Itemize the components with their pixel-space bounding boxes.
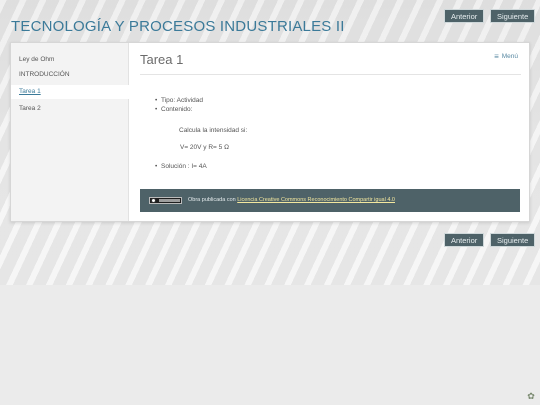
- creative-commons-icon[interactable]: [149, 197, 182, 204]
- sidebar-item-introduccion[interactable]: INTRODUCCIÓN: [11, 68, 129, 82]
- content-item: Contenido:: [155, 106, 193, 113]
- license-link[interactable]: Licencia Creative Commons Reconocimiento…: [237, 197, 395, 203]
- main-panel: Ley de Ohm INTRODUCCIÓN Tarea 1 Tarea 2 …: [10, 42, 530, 222]
- menu-toggle[interactable]: ≡ Menú: [494, 52, 518, 61]
- license-text: Obra publicada con Licencia Creative Com…: [188, 197, 395, 204]
- instruction-text: Calcula la intensidad si:: [179, 127, 248, 134]
- page-title: Tarea 1: [140, 52, 184, 67]
- solution-item: Solución : I= 4A: [155, 163, 207, 170]
- menu-label: Menú: [501, 53, 518, 60]
- hamburger-icon: ≡: [494, 52, 499, 61]
- sidebar-nav: Ley de Ohm INTRODUCCIÓN Tarea 1 Tarea 2: [11, 43, 129, 221]
- next-button-bottom[interactable]: Siguiente: [490, 233, 536, 247]
- license-prefix: Obra publicada con: [188, 197, 238, 203]
- sidebar-item-tarea-2[interactable]: Tarea 2: [11, 102, 129, 116]
- content-area: Tarea 1 ≡Menú Tipo: Actividad Contenido:…: [129, 43, 529, 221]
- sidebar-item-tarea-1[interactable]: Tarea 1: [11, 85, 129, 99]
- license-bar: Obra publicada con Licencia Creative Com…: [140, 189, 520, 212]
- background-plain: [0, 285, 540, 405]
- corner-app-icon[interactable]: ✿: [526, 391, 536, 401]
- previous-button-top[interactable]: Anterior: [444, 9, 485, 23]
- previous-button-bottom[interactable]: Anterior: [444, 233, 485, 247]
- next-button-top[interactable]: Siguiente: [490, 9, 536, 23]
- values-text: V= 20V y R= 5 Ω: [180, 144, 229, 151]
- sidebar-item-ley-de-ohm[interactable]: Ley de Ohm: [11, 53, 129, 67]
- type-item: Tipo: Actividad: [155, 97, 203, 104]
- site-title: TECNOLOGÍA Y PROCESOS INDUSTRIALES II: [11, 18, 345, 35]
- title-divider: [140, 74, 521, 75]
